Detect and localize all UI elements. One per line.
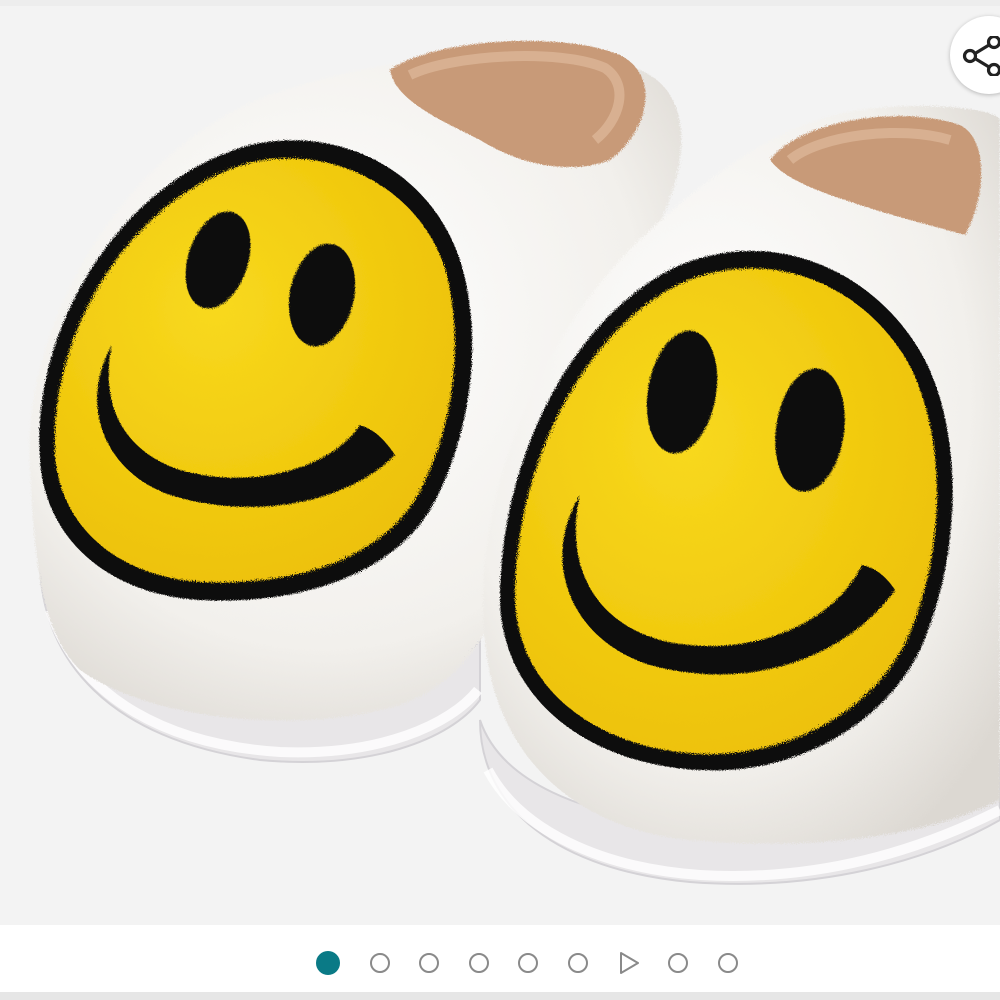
carousel-dot-3[interactable] xyxy=(419,953,439,973)
slippers-illustration xyxy=(29,40,1000,885)
product-gallery: smiley-slippers-photo xyxy=(0,0,1000,1000)
bottom-divider xyxy=(0,992,1000,1000)
video-thumbnail-play-icon xyxy=(620,952,639,974)
carousel-dot-6[interactable] xyxy=(567,953,588,973)
top-divider xyxy=(0,0,1000,6)
play-icon[interactable] xyxy=(617,951,641,975)
carousel-dot-5[interactable] xyxy=(518,953,538,973)
share-icon xyxy=(962,36,1000,76)
carousel-indicators xyxy=(316,950,767,976)
carousel-dot-8[interactable] xyxy=(668,953,688,973)
carousel-pager xyxy=(0,925,1000,1000)
carousel-dot-2[interactable] xyxy=(369,953,390,973)
product-image[interactable]: smiley-slippers-photo xyxy=(0,0,1000,925)
carousel-dot-1[interactable] xyxy=(316,951,340,975)
carousel-dot-9[interactable] xyxy=(717,953,738,973)
carousel-dot-4[interactable] xyxy=(468,953,489,973)
